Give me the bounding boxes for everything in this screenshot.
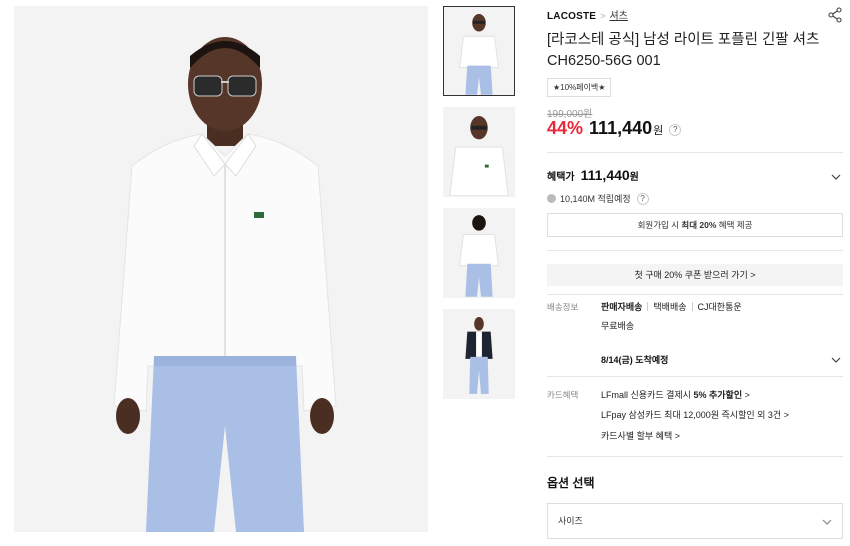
separator (691, 302, 693, 311)
main-product-image (14, 6, 428, 532)
benefit-price-row[interactable]: 혜택가 111,440 원 (547, 167, 843, 187)
shipping-seller: 판매자배송 (601, 302, 643, 312)
shipping-info: 판매자배송 택배배송 CJ대한통운 (601, 300, 742, 313)
chevron-right-icon: > (742, 390, 750, 400)
m-point-icon (547, 194, 556, 203)
thumbnail-jacket[interactable] (443, 309, 515, 399)
brand-link[interactable]: LACOSTE (547, 11, 596, 22)
card-benefit-text: 카드사별 할부 혜택 (601, 431, 673, 441)
points-text: 10,140M 적립예정 (560, 194, 631, 204)
card-benefit-label: 카드혜택 (547, 390, 579, 400)
chevron-right-icon: > (672, 431, 681, 441)
shipping-carrier: CJ대한통운 (697, 302, 742, 312)
shipping-fee: 무료배송 (601, 321, 635, 331)
price-help-icon[interactable]: ? (669, 124, 682, 136)
join-banner-text: 회원가입 시 (637, 220, 682, 230)
join-banner-suffix: 혜택 제공 (716, 220, 753, 230)
product-title: [라코스테 공식] 남성 라이트 포플린 긴팔 셔츠 CH6250-56G 00… (547, 32, 820, 69)
divider (547, 294, 843, 295)
card-benefit-highlight: 5% 추가할인 (693, 390, 743, 400)
size-select-placeholder: 사이즈 (558, 516, 583, 526)
category-link[interactable]: 셔츠 (609, 11, 627, 22)
divider (547, 376, 843, 377)
brand-breadcrumb: LACOSTE > 셔츠 (547, 7, 843, 23)
shipping-label: 배송정보 (547, 302, 579, 312)
card-benefit-text: LFmall 신용카드 결제시 (601, 390, 694, 400)
card-benefit-installment[interactable]: 카드사별 할부 혜택 > (601, 429, 680, 442)
points-row: 10,140M 적립예정 ? (547, 192, 649, 205)
sale-price: 111,440 (589, 118, 653, 138)
thumbnail-angle[interactable] (443, 107, 515, 197)
first-purchase-coupon-button[interactable]: 첫 구매 20% 쿠폰 받으러 가기 > (547, 264, 843, 286)
breadcrumb-separator: > (600, 11, 606, 21)
benefit-price: 111,440 (580, 167, 630, 183)
share-icon[interactable] (827, 7, 843, 23)
divider (547, 456, 843, 457)
discount-rate: 44% (547, 118, 584, 138)
chevron-down-icon (822, 519, 832, 525)
currency-label: 원 (653, 125, 664, 137)
thumbnail-back[interactable] (443, 208, 515, 298)
chevron-down-icon[interactable] (831, 355, 841, 365)
thumbnail-front[interactable] (443, 6, 515, 96)
join-benefit-banner[interactable]: 회원가입 시 최대 20% 혜택 제공 (547, 213, 843, 237)
points-help-icon[interactable]: ? (636, 192, 649, 205)
size-select[interactable]: 사이즈 (547, 503, 843, 539)
divider (547, 152, 843, 153)
divider (547, 250, 843, 251)
payback-badge: ★10%페이백★ (547, 78, 612, 97)
price-row: 44% 111,440 원 ? (547, 118, 682, 140)
card-benefit-lfmall[interactable]: LFmall 신용카드 결제시 5% 추가할인 > (601, 388, 750, 401)
join-banner-highlight: 최대 20% (681, 220, 717, 230)
benefit-label: 혜택가 (547, 172, 575, 183)
arrival-date[interactable]: 8/14(금) 도착예정 (601, 353, 668, 366)
separator (647, 302, 649, 311)
option-select-title: 옵션 선택 (547, 476, 595, 490)
chevron-right-icon: > (781, 410, 789, 420)
benefit-currency: 원 (629, 172, 639, 183)
thumbnail-list (443, 6, 515, 410)
shipping-method: 택배배송 (653, 302, 687, 312)
card-benefit-lfpay[interactable]: LFpay 삼성카드 최대 12,000원 즉시할인 외 3건 > (601, 408, 789, 421)
card-benefit-text: LFpay 삼성카드 최대 12,000원 즉시할인 외 3건 (601, 410, 782, 420)
chevron-down-icon[interactable] (831, 172, 841, 182)
